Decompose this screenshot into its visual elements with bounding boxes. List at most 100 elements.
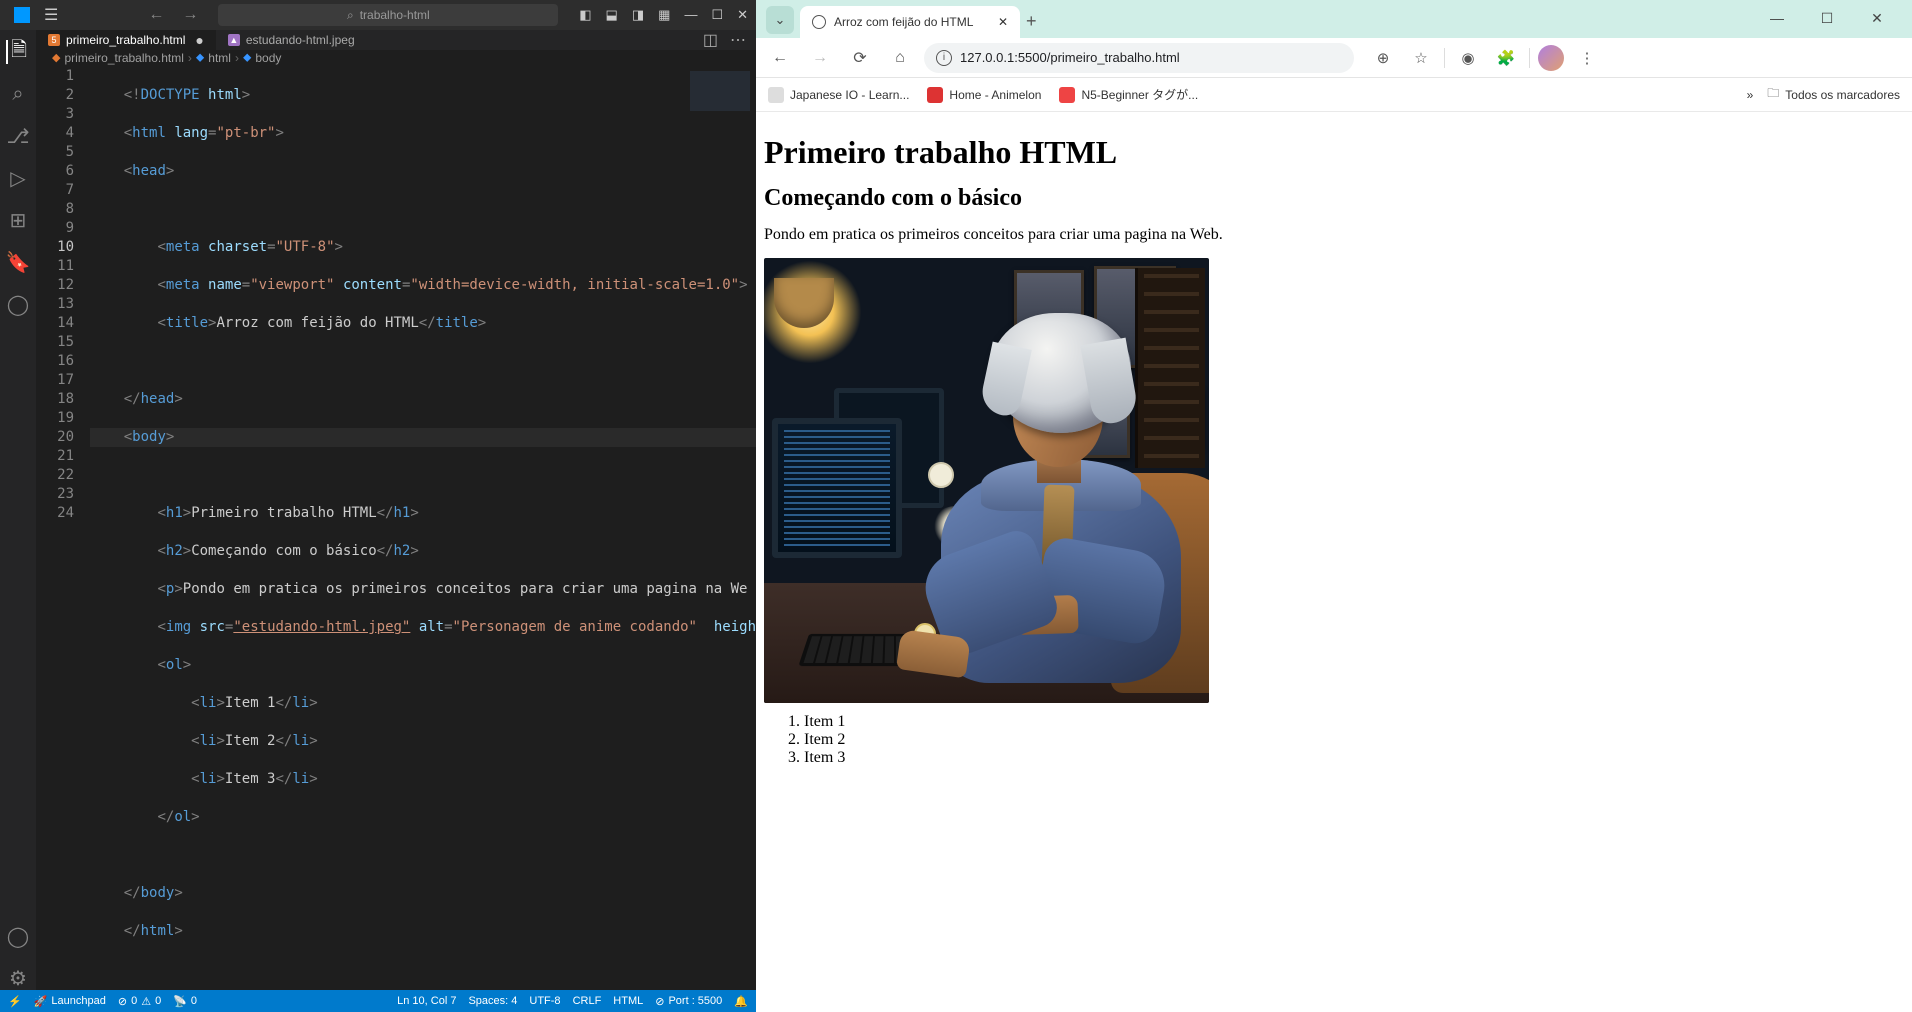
layout-grid-icon[interactable]: ▦ (658, 7, 670, 23)
extensions-icon[interactable]: ⊞ (6, 208, 30, 232)
code-editor[interactable]: 123456789101112131415161718192021222324 … (36, 65, 756, 990)
status-eol[interactable]: CRLF (573, 995, 602, 1007)
remote-indicator[interactable]: ⚡ (8, 995, 22, 1008)
window-close-icon[interactable]: ✕ (737, 7, 748, 23)
breadcrumbs[interactable]: ◆ primeiro_trabalho.html › ⬥ html › ⬥ bo… (36, 50, 756, 65)
vscode-window: ☰ ← → ⌕ trabalho-html ◧ ⬓ ◨ ▦ — ☐ ✕ 🗎 ⌕ … (0, 0, 756, 1012)
page-h2: Começando com o básico (764, 185, 1904, 212)
title-actions: ◧ ⬓ ◨ ▦ — ☐ ✕ (579, 7, 748, 23)
favicon-icon (768, 87, 784, 103)
profile-avatar[interactable] (1538, 45, 1564, 71)
rendered-page: Primeiro trabalho HTML Começando com o b… (756, 112, 1912, 1012)
extension-icon[interactable]: ◉ (1453, 43, 1483, 73)
bookmark-japanese-io[interactable]: Japanese IO - Learn... (768, 87, 909, 103)
chevron-right-icon: › (235, 51, 239, 65)
vscode-title-bar: ☰ ← → ⌕ trabalho-html ◧ ⬓ ◨ ▦ — ☐ ✕ (0, 0, 756, 30)
html-file-icon: 5 (48, 34, 60, 46)
layout-bottom-icon[interactable]: ⬓ (606, 7, 618, 23)
new-tab-button[interactable]: + (1026, 11, 1037, 32)
status-problems[interactable]: ⊘ 0 ⚠ 0 (118, 995, 161, 1008)
gitlens-icon[interactable]: ◯ (6, 292, 30, 316)
more-actions-icon[interactable]: ⋯ (730, 30, 746, 50)
bookmark-icon[interactable]: 🔖 (6, 250, 30, 274)
extensions-puzzle-icon[interactable]: 🧩 (1491, 43, 1521, 73)
folder-icon: 🗀 (1767, 84, 1779, 105)
forward-button[interactable]: → (804, 42, 836, 74)
browser-tab-active[interactable]: Arroz com feijão do HTML ✕ (800, 6, 1020, 38)
tab-dirty-icon[interactable]: ● (195, 32, 203, 48)
code-content[interactable]: <!DOCTYPE html> <html lang="pt-br"> <hea… (90, 65, 756, 990)
window-maximize-icon[interactable]: ☐ (711, 7, 723, 23)
status-bell-icon[interactable]: 🔔 (734, 995, 748, 1008)
status-ln-col[interactable]: Ln 10, Col 7 (397, 995, 456, 1007)
editor-zone: 5 primeiro_trabalho.html ● ▲ estudando-h… (36, 30, 756, 990)
code-img-alt: "Personagem de anime codando" (453, 619, 697, 635)
breadcrumb-file: primeiro_trabalho.html (64, 51, 183, 65)
editor-tabs: 5 primeiro_trabalho.html ● ▲ estudando-h… (36, 30, 756, 50)
url-field[interactable]: i 127.0.0.1:5500/primeiro_trabalho.html (924, 43, 1354, 73)
back-button[interactable]: ← (764, 42, 796, 74)
bookmarks-bar: Japanese IO - Learn... Home - Animelon N… (756, 78, 1912, 112)
url-text: 127.0.0.1:5500/primeiro_trabalho.html (960, 50, 1180, 65)
minimize-icon[interactable]: — (1756, 4, 1798, 32)
element-icon: ⬥ (243, 50, 251, 65)
chevron-right-icon: › (188, 51, 192, 65)
browser-tab-title: Arroz com feijão do HTML (834, 15, 973, 29)
favicon-icon (927, 87, 943, 103)
code-title-text: Arroz com feijão do HTML (216, 315, 418, 331)
status-encoding[interactable]: UTF-8 (529, 995, 560, 1007)
tab-close-icon[interactable]: ✕ (998, 15, 1008, 29)
command-center[interactable]: ⌕ trabalho-html (218, 4, 558, 26)
browser-window-controls: — ☐ ✕ (1750, 4, 1904, 38)
app-menu-button[interactable]: ☰ (44, 5, 58, 25)
explorer-icon[interactable]: 🗎 (6, 40, 30, 64)
settings-gear-icon[interactable]: ⚙ (6, 966, 30, 990)
site-info-icon[interactable]: i (936, 50, 952, 66)
code-h2-text: Começando com o básico (191, 543, 376, 559)
bookmark-animelon[interactable]: Home - Animelon (927, 87, 1041, 103)
tab-search-button[interactable]: ⌄ (766, 6, 794, 34)
tab-estudando-jpeg[interactable]: ▲ estudando-html.jpeg (216, 30, 367, 50)
layout-left-icon[interactable]: ◧ (579, 7, 591, 23)
nav-back-icon[interactable]: ← (148, 6, 164, 24)
run-debug-icon[interactable]: ▷ (6, 166, 30, 190)
all-bookmarks[interactable]: 🗀Todos os marcadores (1767, 84, 1900, 105)
tab-label: estudando-html.jpeg (246, 33, 355, 47)
reload-button[interactable]: ⟳ (844, 42, 876, 74)
activity-bar: 🗎 ⌕ ⎇ ▷ ⊞ 🔖 ◯ ◯ ⚙ (0, 30, 36, 990)
search-icon: ⌕ (347, 8, 354, 23)
code-p-text: Pondo em pratica os primeiros conceitos … (183, 581, 748, 597)
browser-window: ⌄ Arroz com feijão do HTML ✕ + — ☐ ✕ ← →… (756, 0, 1912, 1012)
element-icon: ⬥ (196, 50, 204, 65)
breadcrumb-body: body (255, 51, 281, 65)
account-icon[interactable]: ◯ (6, 924, 30, 948)
layout-right-icon[interactable]: ◨ (632, 7, 644, 23)
bookmarks-overflow-icon[interactable]: » (1747, 88, 1754, 102)
status-liveserver[interactable]: ⊘ Port : 5500 (655, 995, 722, 1008)
kebab-menu-icon[interactable]: ⋮ (1572, 43, 1602, 73)
page-h1: Primeiro trabalho HTML (764, 134, 1904, 171)
close-icon[interactable]: ✕ (1856, 4, 1898, 32)
source-control-icon[interactable]: ⎇ (6, 124, 30, 148)
tab-primeiro-trabalho[interactable]: 5 primeiro_trabalho.html ● (36, 30, 216, 50)
status-spaces[interactable]: Spaces: 4 (468, 995, 517, 1007)
command-center-text: trabalho-html (360, 8, 430, 22)
search-icon[interactable]: ⌕ (6, 82, 30, 106)
favicon-icon (1059, 87, 1075, 103)
status-launchpad[interactable]: 🚀 Launchpad (34, 995, 106, 1008)
maximize-icon[interactable]: ☐ (1806, 4, 1848, 32)
vscode-logo-icon (14, 7, 30, 23)
image-file-icon: ▲ (228, 34, 240, 46)
status-ports[interactable]: 📡 0 (173, 995, 197, 1008)
bookmark-n5[interactable]: N5-Beginner タグが... (1059, 86, 1198, 103)
page-paragraph: Pondo em pratica os primeiros conceitos … (764, 226, 1904, 244)
zoom-icon[interactable]: ⊕ (1368, 43, 1398, 73)
nav-fwd-icon[interactable]: → (182, 6, 198, 24)
nav-arrows: ← → (148, 6, 198, 24)
bookmark-star-icon[interactable]: ☆ (1406, 43, 1436, 73)
split-editor-icon[interactable]: ◫ (703, 30, 718, 50)
window-minimize-icon[interactable]: — (684, 7, 697, 23)
status-lang[interactable]: HTML (613, 995, 643, 1007)
minimap[interactable] (676, 65, 756, 990)
home-button[interactable]: ⌂ (884, 42, 916, 74)
